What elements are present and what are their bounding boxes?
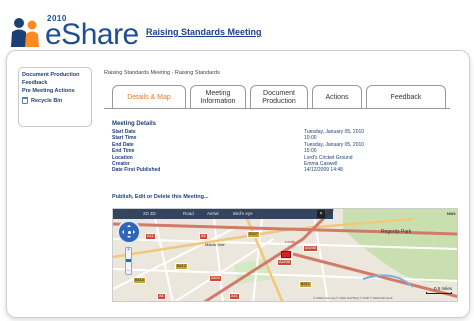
map-aerial-button[interactable]: Aerial [207,211,219,216]
sidebar-item-document-production[interactable]: Document Production [22,72,88,79]
detail-value: 10:00 [304,135,317,142]
road-label-a5-south: A5 [157,293,166,300]
map-copyright: © 2009 Intermap © 2009 NAVTEQ © AND © 20… [313,296,393,300]
people-icon [11,18,39,47]
road-label-a4206: A4206 [277,259,292,266]
road-label-b411: B411 [299,281,312,288]
zoom-handle[interactable] [126,259,131,262]
recycle-bin-label: Recycle Bin [31,97,63,104]
pan-up-icon[interactable] [127,223,131,227]
tab-details-map[interactable]: Details & Map [112,85,186,109]
map-zoom-slider[interactable]: + − [125,247,132,275]
sidebar-item-pre-meeting-actions[interactable]: Pre Meeting Actions [22,88,88,95]
road-label-a5205: A5205 [303,245,318,252]
pan-right-icon[interactable] [133,230,137,234]
map-road-button[interactable]: Road [183,211,194,216]
sidebar-item-feedback[interactable]: Feedback [22,80,88,87]
logo-text: eShare [45,18,139,51]
meeting-details-table: Start Date Tuesday, January 05, 2010 Star… [112,129,452,174]
road-label-a41-south: A41 [229,293,240,300]
location-map[interactable]: 2D 3D Road Aerial Bird's eye × + − Maida… [112,208,458,302]
detail-key: End Time [112,148,135,155]
location-pin-icon[interactable] [281,251,291,258]
road-label-a41: A41 [145,233,156,240]
recycle-bin-icon [22,97,28,104]
map-label-regents-park: Regents Park [381,229,412,235]
detail-value: Lord's Cricket Ground [304,154,353,161]
publish-edit-delete-link[interactable]: Publish, Edit or Delete this Meeting... [112,194,209,200]
close-icon[interactable]: × [317,210,325,218]
detail-value: Tuesday, January 05, 2010 [304,129,365,135]
map-label-lords: Lords [285,239,296,244]
detail-key: End Date [112,141,134,148]
tab-actions[interactable]: Actions [312,85,362,109]
map-scale-bar [426,292,452,294]
tab-bar: Details & Map Meeting Information Docume… [112,85,446,109]
tab-divider [104,108,450,109]
map-3d-toggle[interactable]: 2D 3D [143,211,156,216]
detail-key: Creator [112,160,130,167]
breadcrumb: Raising Standards Meeting - Raising Stan… [104,70,220,76]
road-label-b413: B413 [175,263,188,270]
map-birds-eye-button[interactable]: Bird's eye [233,211,253,216]
road-label-b507: B507 [247,231,260,238]
tab-feedback[interactable]: Feedback [366,85,446,109]
detail-row-first-published: Date First Published 14/12/2009 14:48 [112,167,452,173]
detail-key: Date First Published [112,167,161,174]
sidebar-item-recycle-bin[interactable]: Recycle Bin [22,97,88,104]
map-label-maida-vale: Maida Vale [205,242,225,247]
sidebar: Document Production Feedback Pre Meeting… [18,67,92,127]
pan-left-icon[interactable] [120,230,124,234]
meeting-details-heading: Meeting Details [112,121,157,127]
zoom-in-icon[interactable]: + [126,248,131,253]
map-toolbar: 2D 3D Road Aerial Bird's eye × [113,209,333,219]
road-label-a404: A404 [209,275,222,282]
detail-value: 14/12/2009 14:48 [304,167,343,174]
tab-meeting-information[interactable]: Meeting Information [190,85,246,109]
detail-value: Emma Caswell [304,160,338,167]
map-label-nw1: NW1 [447,211,456,216]
detail-key: Start Date [112,129,136,135]
page-title[interactable]: Raising Standards Meeting [146,27,262,37]
road-label-a5: A5 [199,233,208,240]
pan-down-icon[interactable] [127,236,131,240]
zoom-out-icon[interactable]: − [126,269,131,274]
road-label-b412: B412 [133,277,146,284]
detail-value: Tuesday, January 05, 2010 [304,141,365,148]
map-scale-label: 0.5 miles [433,286,452,291]
detail-key: Location [112,154,133,161]
eshare-logo: 2010 eShare [10,14,145,50]
map-pan-control[interactable] [117,220,141,244]
detail-key: Start Time [112,135,137,142]
pan-center-icon [128,231,131,234]
detail-value: 15:00 [304,148,317,155]
tab-document-production[interactable]: Document Production [250,85,308,109]
